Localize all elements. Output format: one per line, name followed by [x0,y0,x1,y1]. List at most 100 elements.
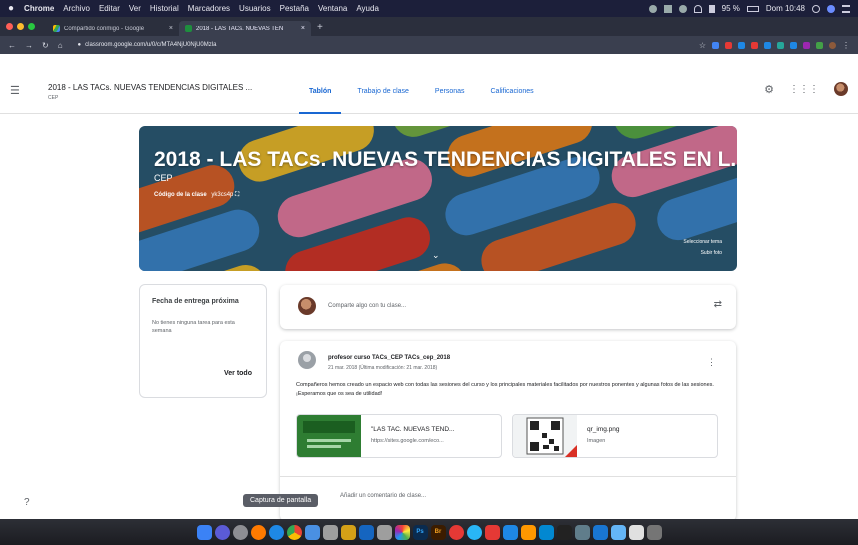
status-icon[interactable] [663,4,672,13]
status-icon[interactable] [678,4,687,13]
back-icon[interactable]: ← [8,41,16,50]
extension-icon[interactable] [764,41,771,49]
menu-item-pestana[interactable]: Pestaña [280,4,309,13]
photos-icon[interactable] [394,524,410,540]
help-icon[interactable]: ? [24,497,30,508]
screenshot-icon[interactable] [322,524,338,540]
notification-center-icon[interactable] [842,4,850,13]
browser-menu-icon[interactable]: ⋮ [842,41,850,50]
telegram-icon[interactable] [466,524,482,540]
volume-icon[interactable] [708,4,715,13]
class-title[interactable]: 2018 - LAS TACs. NUEVAS TENDENCIAS DIGIT… [48,83,252,92]
menu-item-usuarios[interactable]: Usuarios [239,4,271,13]
notes-icon[interactable] [340,524,356,540]
comment-input[interactable]: Añadir un comentario de clase... [340,493,426,499]
close-tab-icon[interactable]: × [301,25,305,32]
attachment-link[interactable]: "LAS TAC. NUEVAS TEND... https://sites.g… [296,414,502,458]
attachment-title: qr_img.png [587,426,620,433]
apps-grid-icon[interactable]: ⋮⋮⋮ [789,84,819,95]
app-icon[interactable] [574,524,590,540]
menu-item-historial[interactable]: Historial [150,4,179,13]
new-tab-button[interactable]: + [317,21,323,36]
chevron-down-icon[interactable]: ⌄ [432,250,440,261]
main-menu-icon[interactable]: ☰ [10,84,20,97]
clock[interactable]: Dom 10:48 [766,4,805,13]
safari-icon[interactable] [268,524,284,540]
finder-icon[interactable] [196,524,212,540]
close-tab-icon[interactable]: × [169,25,173,32]
class-banner: 2018 - LAS TACs. NUEVAS TENDENCIAS DIGIT… [139,126,737,271]
app-icon[interactable] [538,524,554,540]
launchpad-icon[interactable] [232,524,248,540]
extension-icon[interactable] [803,41,810,49]
battery-percent[interactable]: 95 % [722,4,740,13]
zoom-window-button[interactable] [28,23,35,30]
attachment-image[interactable]: qr_img.png Imagen [512,414,718,458]
extension-icon[interactable] [790,41,797,49]
reload-icon[interactable]: ↻ [42,41,49,50]
siri-icon[interactable] [827,4,835,13]
more-options-icon[interactable]: ⋮ [707,357,716,368]
profile-icon[interactable] [829,41,836,49]
extension-icon[interactable] [725,41,732,49]
apple-icon[interactable]: ● [8,3,14,14]
forward-icon[interactable]: → [25,41,33,50]
close-window-button[interactable] [6,23,13,30]
menu-item-editar[interactable]: Editar [99,4,120,13]
repost-icon[interactable]: ⇄ [714,299,722,310]
avatar [298,297,316,315]
wifi-icon[interactable] [693,4,702,13]
siri-icon[interactable] [214,524,230,540]
banner-section: CEP [154,173,173,183]
share-placeholder[interactable]: Comparte algo con tu clase... [328,303,406,309]
folder-icon[interactable] [610,524,626,540]
browser-tab[interactable]: Compartido conmigo - Google × [47,21,179,36]
trash-icon[interactable] [646,524,662,540]
app-icon[interactable] [484,524,500,540]
extension-icon[interactable] [816,41,823,49]
firefox-icon[interactable] [250,524,266,540]
fullscreen-icon[interactable]: ⛶ [235,192,239,198]
app-icon[interactable] [304,524,320,540]
avatar[interactable] [834,82,848,96]
app-icon[interactable] [448,524,464,540]
browser-tab-active[interactable]: 2018 - LAS TACs. NUEVAS TEN × [179,21,311,36]
menu-item-archivo[interactable]: Archivo [63,4,90,13]
app-icon[interactable] [592,524,608,540]
class-nav-tabs: Tablón Trabajo de clase Personas Calific… [296,88,547,114]
extension-icon[interactable] [777,41,784,49]
select-theme-link[interactable]: Seleccionar tema [683,239,722,245]
extension-icon[interactable] [751,41,758,49]
document-icon[interactable] [628,524,644,540]
gear-icon[interactable]: ⚙ [764,83,774,96]
photoshop-icon[interactable]: Ps [412,524,428,540]
bridge-icon[interactable]: Br [430,524,446,540]
class-code-value[interactable]: yk3cs4p [211,192,233,198]
chrome-icon[interactable] [286,524,302,540]
minimize-window-button[interactable] [17,23,24,30]
tab-tablon[interactable]: Tablón [296,88,344,114]
app-icon[interactable] [502,524,518,540]
vlc-icon[interactable] [520,524,536,540]
tab-personas[interactable]: Personas [422,88,478,114]
app-icon[interactable] [376,524,392,540]
search-icon[interactable] [812,4,820,13]
view-all-link[interactable]: Ver todo [224,370,252,377]
status-icon[interactable] [648,4,657,13]
menu-app-name[interactable]: Chrome [24,4,54,13]
upload-photo-link[interactable]: Subir foto [701,250,722,256]
extension-icon[interactable] [712,41,719,49]
tab-trabajo-de-clase[interactable]: Trabajo de clase [344,88,422,114]
tab-calificaciones[interactable]: Calificaciones [478,88,547,114]
home-icon[interactable]: ⌂ [58,41,63,50]
bookmark-star-icon[interactable]: ☆ [699,41,706,50]
app-icon[interactable] [358,524,374,540]
menu-item-marcadores[interactable]: Marcadores [188,4,230,13]
terminal-icon[interactable] [556,524,572,540]
share-box[interactable]: Comparte algo con tu clase... ⇄ [280,285,736,329]
extension-icon[interactable] [738,41,745,49]
address-bar[interactable]: ● classroom.google.com/u/0/c/MTA4NjU0NjU… [72,39,652,51]
menu-item-ver[interactable]: Ver [129,4,141,13]
menu-item-ayuda[interactable]: Ayuda [356,4,379,13]
menu-item-ventana[interactable]: Ventana [318,4,347,13]
